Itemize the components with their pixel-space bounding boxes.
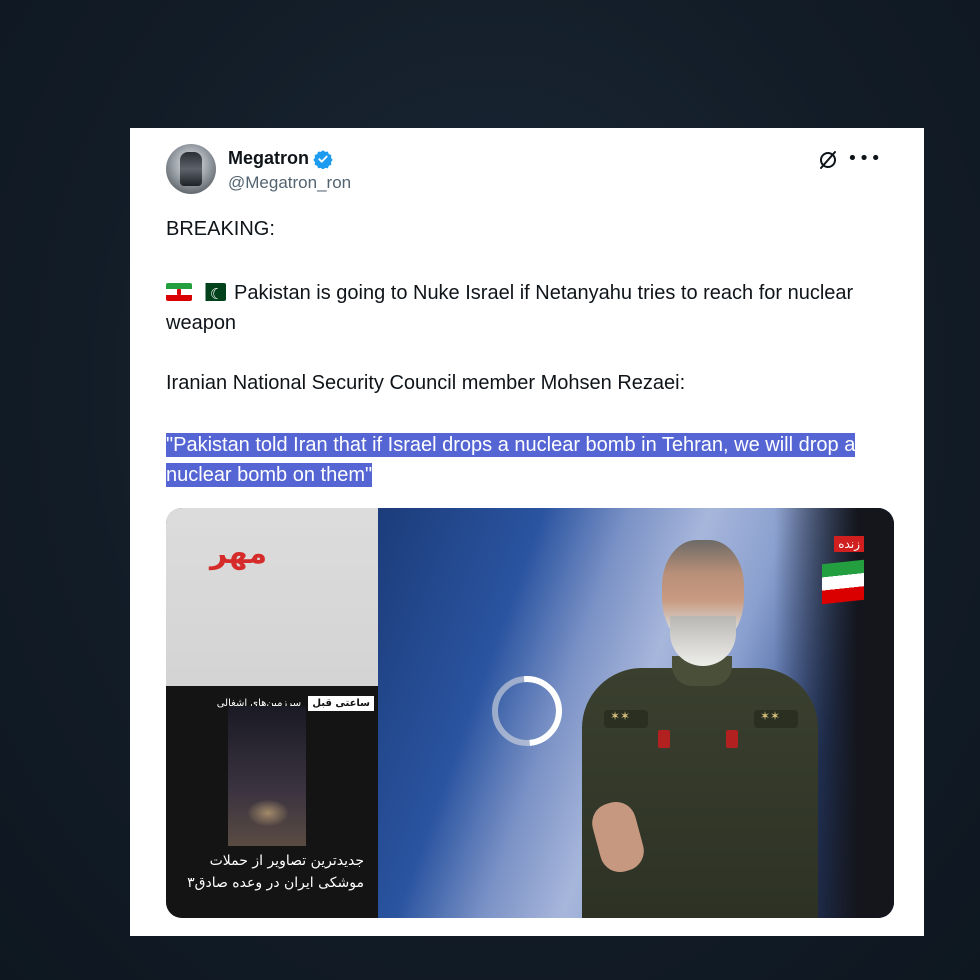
- post-line-1-text: Pakistan is going to Nuke Israel if Neta…: [166, 282, 854, 334]
- video-player[interactable]: ﻣﻬﺮ ساعتی قبل سرزمین‌های اشغالی جدیدترین…: [166, 508, 894, 918]
- inset-bottom-caption: جدیدترین تصاویر از حملات موشکی ایران در …: [187, 853, 364, 891]
- avatar[interactable]: [166, 144, 216, 194]
- more-options-icon[interactable]: •••: [847, 148, 882, 169]
- inset-caption-box: ساعتی قبل: [308, 696, 374, 711]
- iran-flag-overlay-icon: [822, 559, 864, 605]
- post-header: Megatron @Megatron_ron •••: [166, 144, 896, 200]
- author-name[interactable]: Megatron: [228, 148, 309, 169]
- epaulet-right: [754, 709, 798, 728]
- broadcaster-logo-icon: ﻣﻬﺮ: [210, 536, 268, 571]
- post-card: Megatron @Megatron_ron ••• BREAKING: Pak…: [130, 128, 924, 936]
- avatar-figure: [180, 152, 202, 186]
- pakistan-flag-icon: [200, 283, 226, 301]
- verified-badge-icon: [313, 149, 333, 169]
- loading-spinner-icon: [492, 676, 562, 746]
- inset-glow: [248, 800, 288, 826]
- grok-icon[interactable]: [816, 148, 840, 172]
- collar-badge-right: [726, 730, 738, 748]
- iran-flag-icon: [166, 283, 192, 301]
- author-name-row: Megatron: [228, 148, 333, 169]
- live-badge: زنده: [834, 536, 864, 552]
- side-panel: ﻣﻬﺮ ساعتی قبل سرزمین‌های اشغالی جدیدترین…: [166, 508, 378, 918]
- post-line-2: Iranian National Security Council member…: [166, 372, 686, 394]
- collar-badge-left: [658, 730, 670, 748]
- author-handle[interactable]: @Megatron_ron: [228, 173, 351, 193]
- epaulet-left: [604, 709, 648, 728]
- speaker-uniform: [582, 668, 818, 918]
- inset-video-panel: ساعتی قبل سرزمین‌های اشغالی جدیدترین تصا…: [166, 686, 378, 918]
- inset-video: [228, 706, 306, 846]
- post-headline: BREAKING:: [166, 218, 275, 240]
- post-quote: "Pakistan told Iran that if Israel drops…: [166, 430, 886, 490]
- post-line-1: Pakistan is going to Nuke Israel if Neta…: [166, 278, 886, 338]
- speaker: [566, 538, 836, 918]
- highlighted-quote: "Pakistan told Iran that if Israel drops…: [166, 433, 856, 487]
